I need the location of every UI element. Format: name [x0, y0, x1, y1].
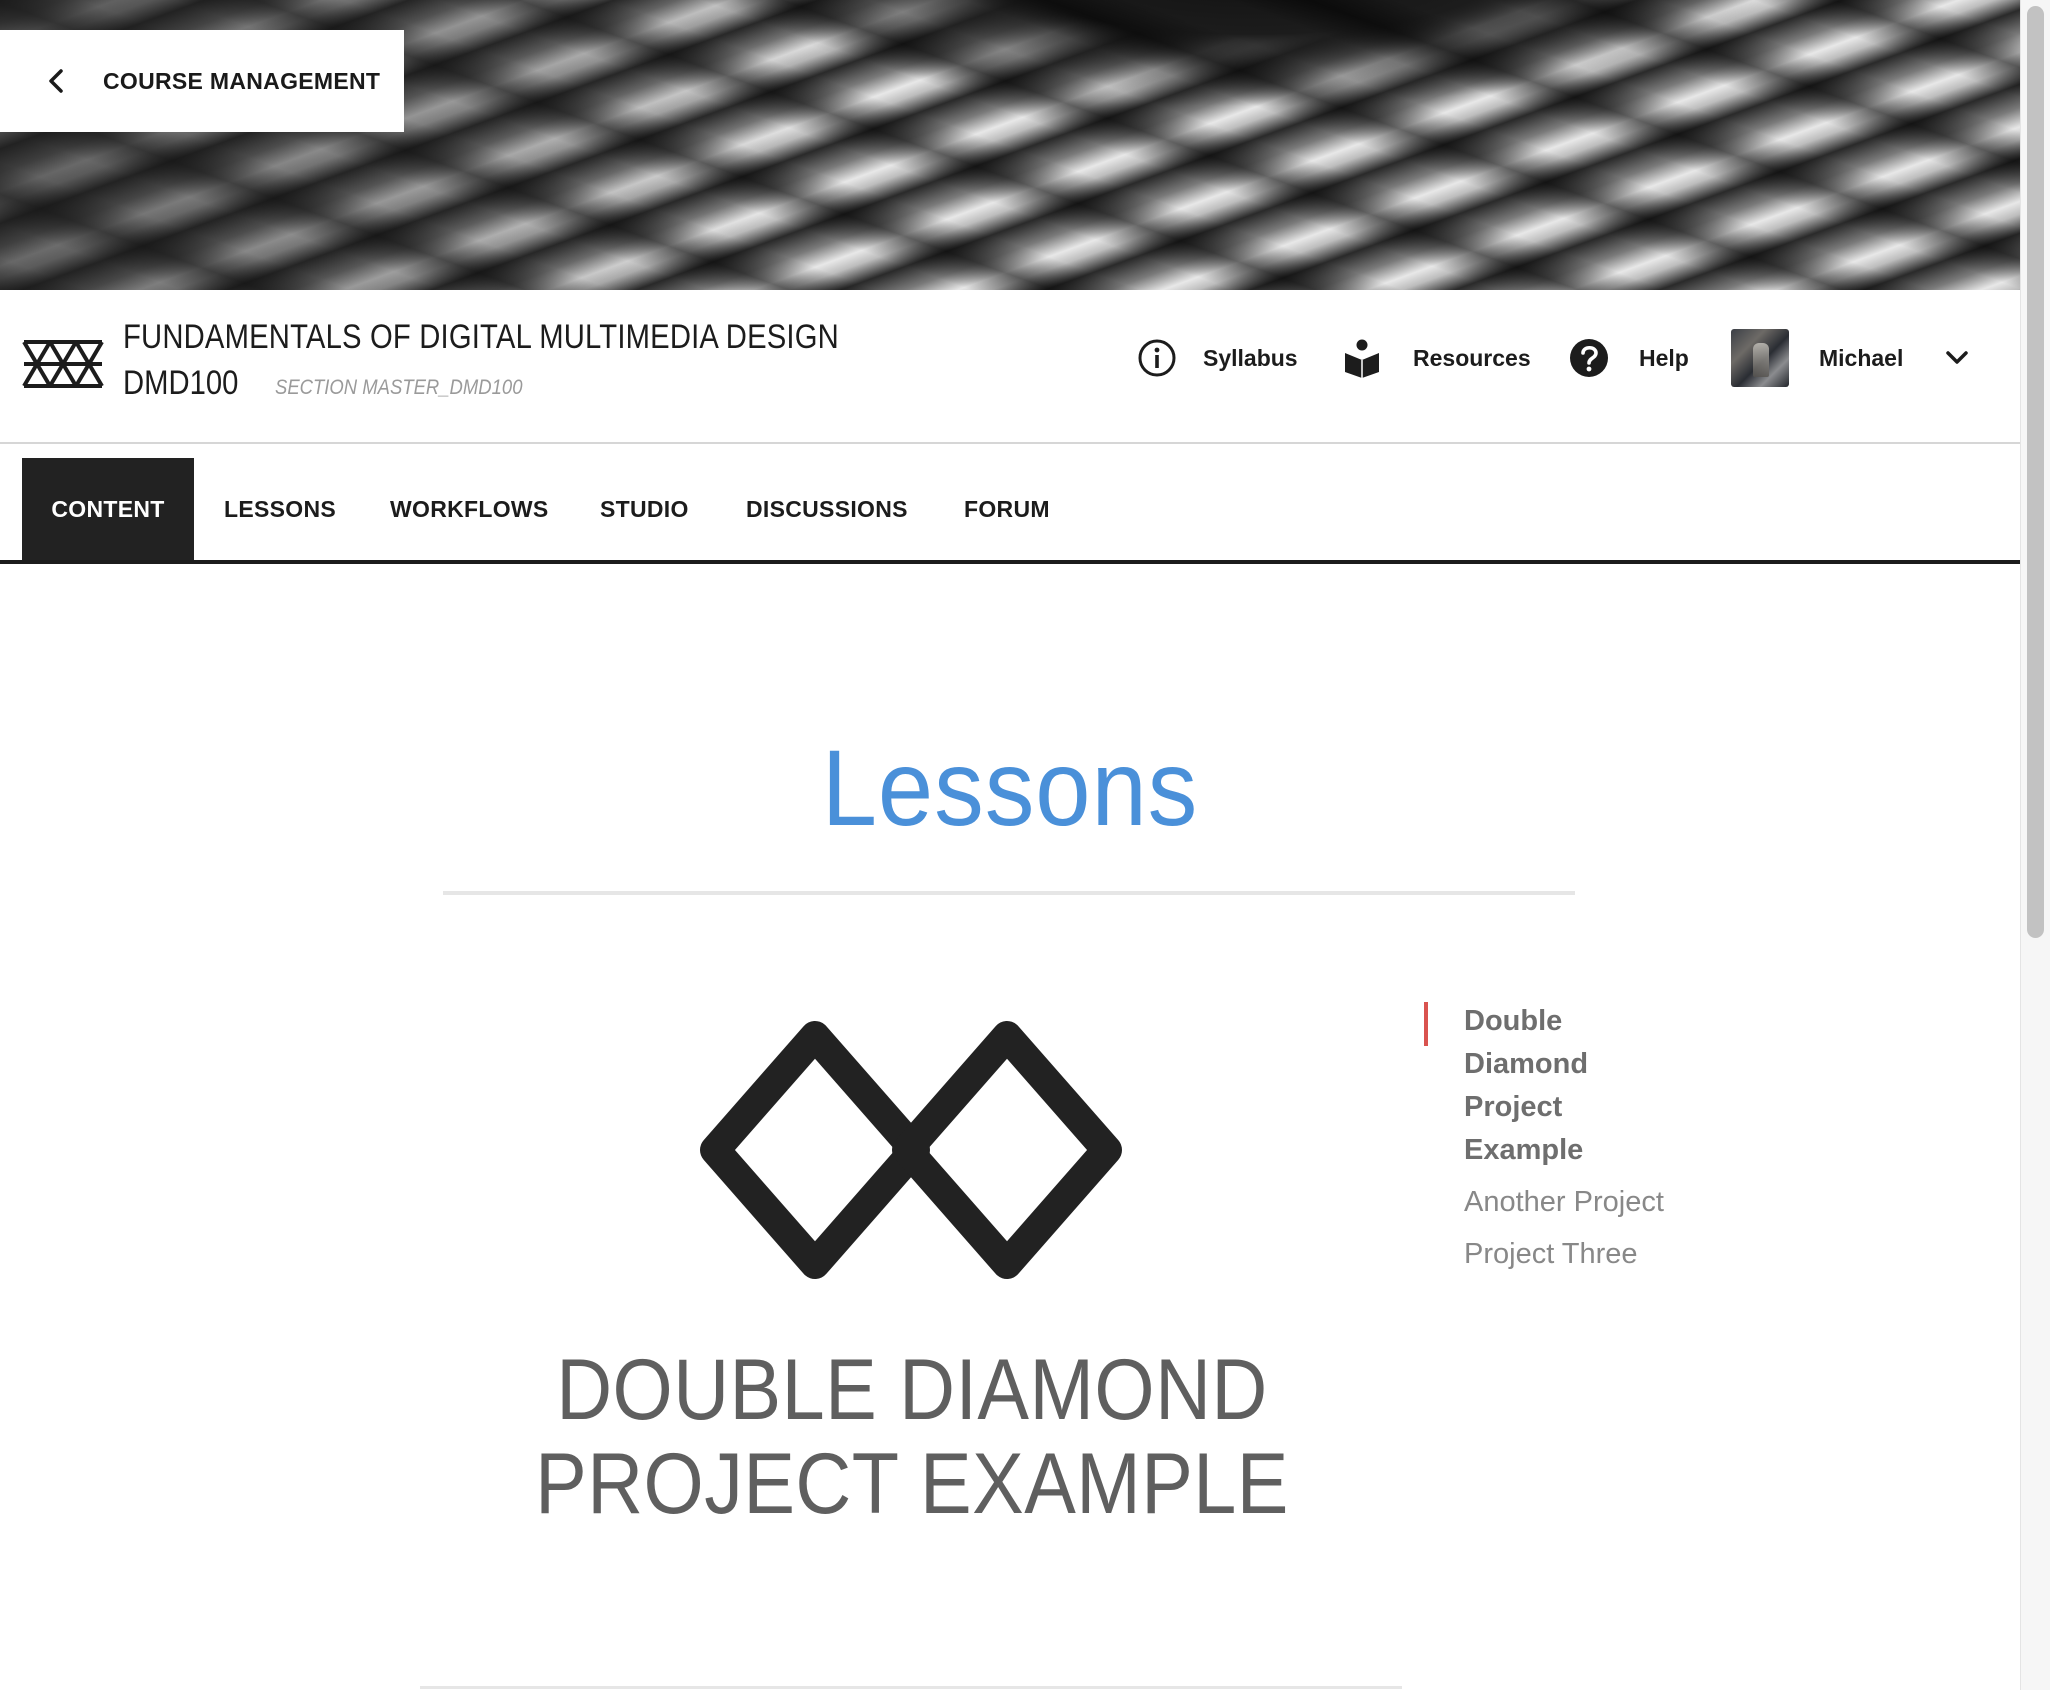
course-tabs: CONTENT LESSONS WORKFLOWS STUDIO DISCUSS…	[0, 442, 2020, 564]
side-nav-item-project-three[interactable]: Project Three	[1424, 1233, 1664, 1276]
tab-discussions[interactable]: DISCUSSIONS	[746, 458, 908, 560]
syllabus-label: Syllabus	[1203, 344, 1298, 371]
double-diamond-icon	[680, 1006, 1150, 1301]
content-divider	[420, 1686, 1402, 1689]
info-circle-icon	[1137, 338, 1177, 378]
section-label: SECTION MASTER_DMD100	[275, 376, 523, 399]
heading-divider	[443, 891, 1575, 895]
syllabus-link[interactable]: Syllabus	[1137, 338, 1298, 378]
scrollbar-thumb[interactable]	[2027, 6, 2044, 938]
page-title: Lessons	[821, 727, 1199, 848]
course-code: DMD100	[123, 364, 239, 402]
tab-lessons[interactable]: LESSONS	[224, 458, 336, 560]
tab-studio[interactable]: STUDIO	[600, 458, 689, 560]
project-title-line2: PROJECT EXAMPLE	[535, 1436, 1289, 1532]
tab-forum[interactable]: FORUM	[964, 458, 1050, 560]
side-nav-item-label: Another Project	[1464, 1186, 1664, 1218]
course-management-label: COURSE MANAGEMENT	[103, 67, 381, 94]
resources-label: Resources	[1413, 344, 1531, 371]
side-nav-item-double-diamond[interactable]: Double Diamond Project Example	[1424, 1000, 1664, 1172]
tab-workflows[interactable]: WORKFLOWS	[390, 458, 549, 560]
help-label: Help	[1639, 344, 1689, 371]
course-management-back-button[interactable]: COURSE MANAGEMENT	[0, 30, 404, 132]
project-title-line1: DOUBLE DIAMOND	[556, 1342, 1268, 1438]
book-reader-icon	[1343, 338, 1381, 378]
help-link[interactable]: Help	[1569, 338, 1689, 378]
user-name: Michael	[1819, 344, 1904, 371]
avatar	[1731, 329, 1789, 387]
tab-content[interactable]: CONTENT	[22, 458, 194, 560]
page-scrollbar[interactable]	[2020, 0, 2050, 1690]
course-title: FUNDAMENTALS OF DIGITAL MULTIMEDIA DESIG…	[123, 318, 839, 356]
chevron-left-icon	[26, 67, 86, 95]
user-menu[interactable]: Michael	[1731, 329, 1969, 387]
triangles-logo-icon	[22, 338, 104, 395]
side-nav-item-label: Project Three	[1464, 1238, 1638, 1270]
project-title: DOUBLE DIAMOND PROJECT EXAMPLE	[442, 1343, 1382, 1531]
side-nav-item-another-project[interactable]: Another Project	[1424, 1181, 1664, 1224]
side-nav-item-label: Double Diamond Project Example	[1464, 1005, 1589, 1166]
lesson-side-nav: Double Diamond Project Example Another P…	[1424, 1000, 1664, 1285]
question-circle-icon	[1569, 338, 1609, 378]
resources-link[interactable]: Resources	[1343, 338, 1531, 378]
chevron-down-icon	[1945, 350, 1969, 366]
course-header: FUNDAMENTALS OF DIGITAL MULTIMEDIA DESIG…	[0, 290, 2020, 444]
